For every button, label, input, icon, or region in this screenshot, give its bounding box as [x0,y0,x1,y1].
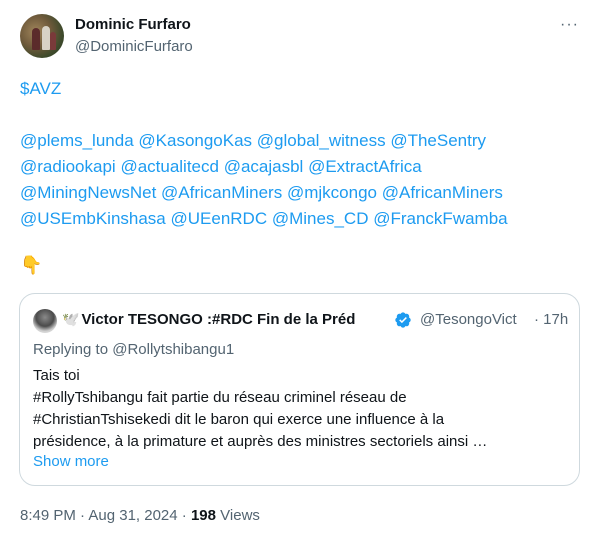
mention-link[interactable]: @AfricanMiners [161,183,282,202]
mention-link[interactable]: @radiookapi [20,157,116,176]
mention-link[interactable]: @KasongoKas [138,131,252,150]
mention-link[interactable]: @UEenRDC [171,209,268,228]
author-avatar[interactable] [20,14,64,58]
avatar-figure [50,32,56,50]
tweet-header: Dominic Furfaro @DominicFurfaro ··· [20,12,585,62]
mention-link[interactable]: @TheSentry [390,131,486,150]
mention-link[interactable]: @FranckFwamba [373,209,507,228]
mention-link[interactable]: @ExtractAfrica [308,157,422,176]
mention-link[interactable]: @USEmbKinshasa [20,209,166,228]
views-count: 198 [190,507,216,524]
mention-link[interactable]: @AfricanMiners [382,183,503,202]
author-handle[interactable]: @DominicFurfaro [75,38,193,55]
mentions-line-2: @radiookapi @actualitecd @acajasbl @Extr… [20,154,580,180]
quoted-timestamp[interactable]: · 17h [532,311,569,328]
mention-link[interactable]: @MiningNewsNet [20,183,156,202]
tweet-text: $AVZ @plems_lunda @KasongoKas @global_wi… [20,76,580,232]
verified-badge-icon [395,312,411,328]
dove-emoji: 🕊️ [62,311,80,327]
quoted-author-avatar[interactable] [33,309,57,333]
pointing-down-emoji: 👇 [20,255,43,275]
tweet-metadata: 8:49 PM · Aug 31, 2024 · 198 Views [20,507,260,524]
quoted-author-handle[interactable]: @TesongoVict [420,311,547,328]
quoted-text-line: #ChristianTshisekedi dit le baron qui ex… [33,411,445,428]
views-label: Views [220,507,260,524]
quoted-text: Tais toi #RollyTshibangu fait partie du … [33,365,568,453]
quoted-author-name-text: Victor TESONGO :#RDC Fin de la Préd [81,311,356,328]
mention-link[interactable]: @global_witness [257,131,386,150]
more-icon[interactable]: ··· [560,16,579,34]
quoted-text-line: Tais toi [33,367,80,384]
quoted-text-line: #RollyTshibangu fait partie du réseau cr… [33,389,407,406]
avatar-figure [32,28,40,50]
tweet-timestamp[interactable]: 8:49 PM · Aug 31, 2024 · [20,507,187,524]
mentions-line-3: @MiningNewsNet @AfricanMiners @mjkcongo … [20,180,580,206]
quoted-text-line: présidence, à la primature et auprès des… [33,433,488,450]
avatar-figure [42,26,50,50]
replying-to: Replying to @Rollytshibangu1 [33,341,235,358]
mention-link[interactable]: @plems_lunda [20,131,134,150]
cashtag-link[interactable]: $AVZ [20,79,61,98]
mention-link[interactable]: @Mines_CD [272,209,369,228]
show-more-link[interactable]: Show more [33,453,109,470]
mention-link[interactable]: @actualitecd [120,157,219,176]
mentions-line-4: @USEmbKinshasa @UEenRDC @Mines_CD @Franc… [20,206,580,232]
mention-link[interactable]: @mjkcongo [287,183,377,202]
mentions-line-1: @plems_lunda @KasongoKas @global_witness… [20,128,580,154]
author-name[interactable]: Dominic Furfaro [75,16,191,33]
quoted-tweet[interactable]: 🕊️ Victor TESONGO :#RDC Fin de la Préd @T… [19,293,580,486]
quoted-author-name[interactable]: 🕊️ Victor TESONGO :#RDC Fin de la Préd [62,311,355,328]
mention-link[interactable]: @acajasbl [224,157,304,176]
